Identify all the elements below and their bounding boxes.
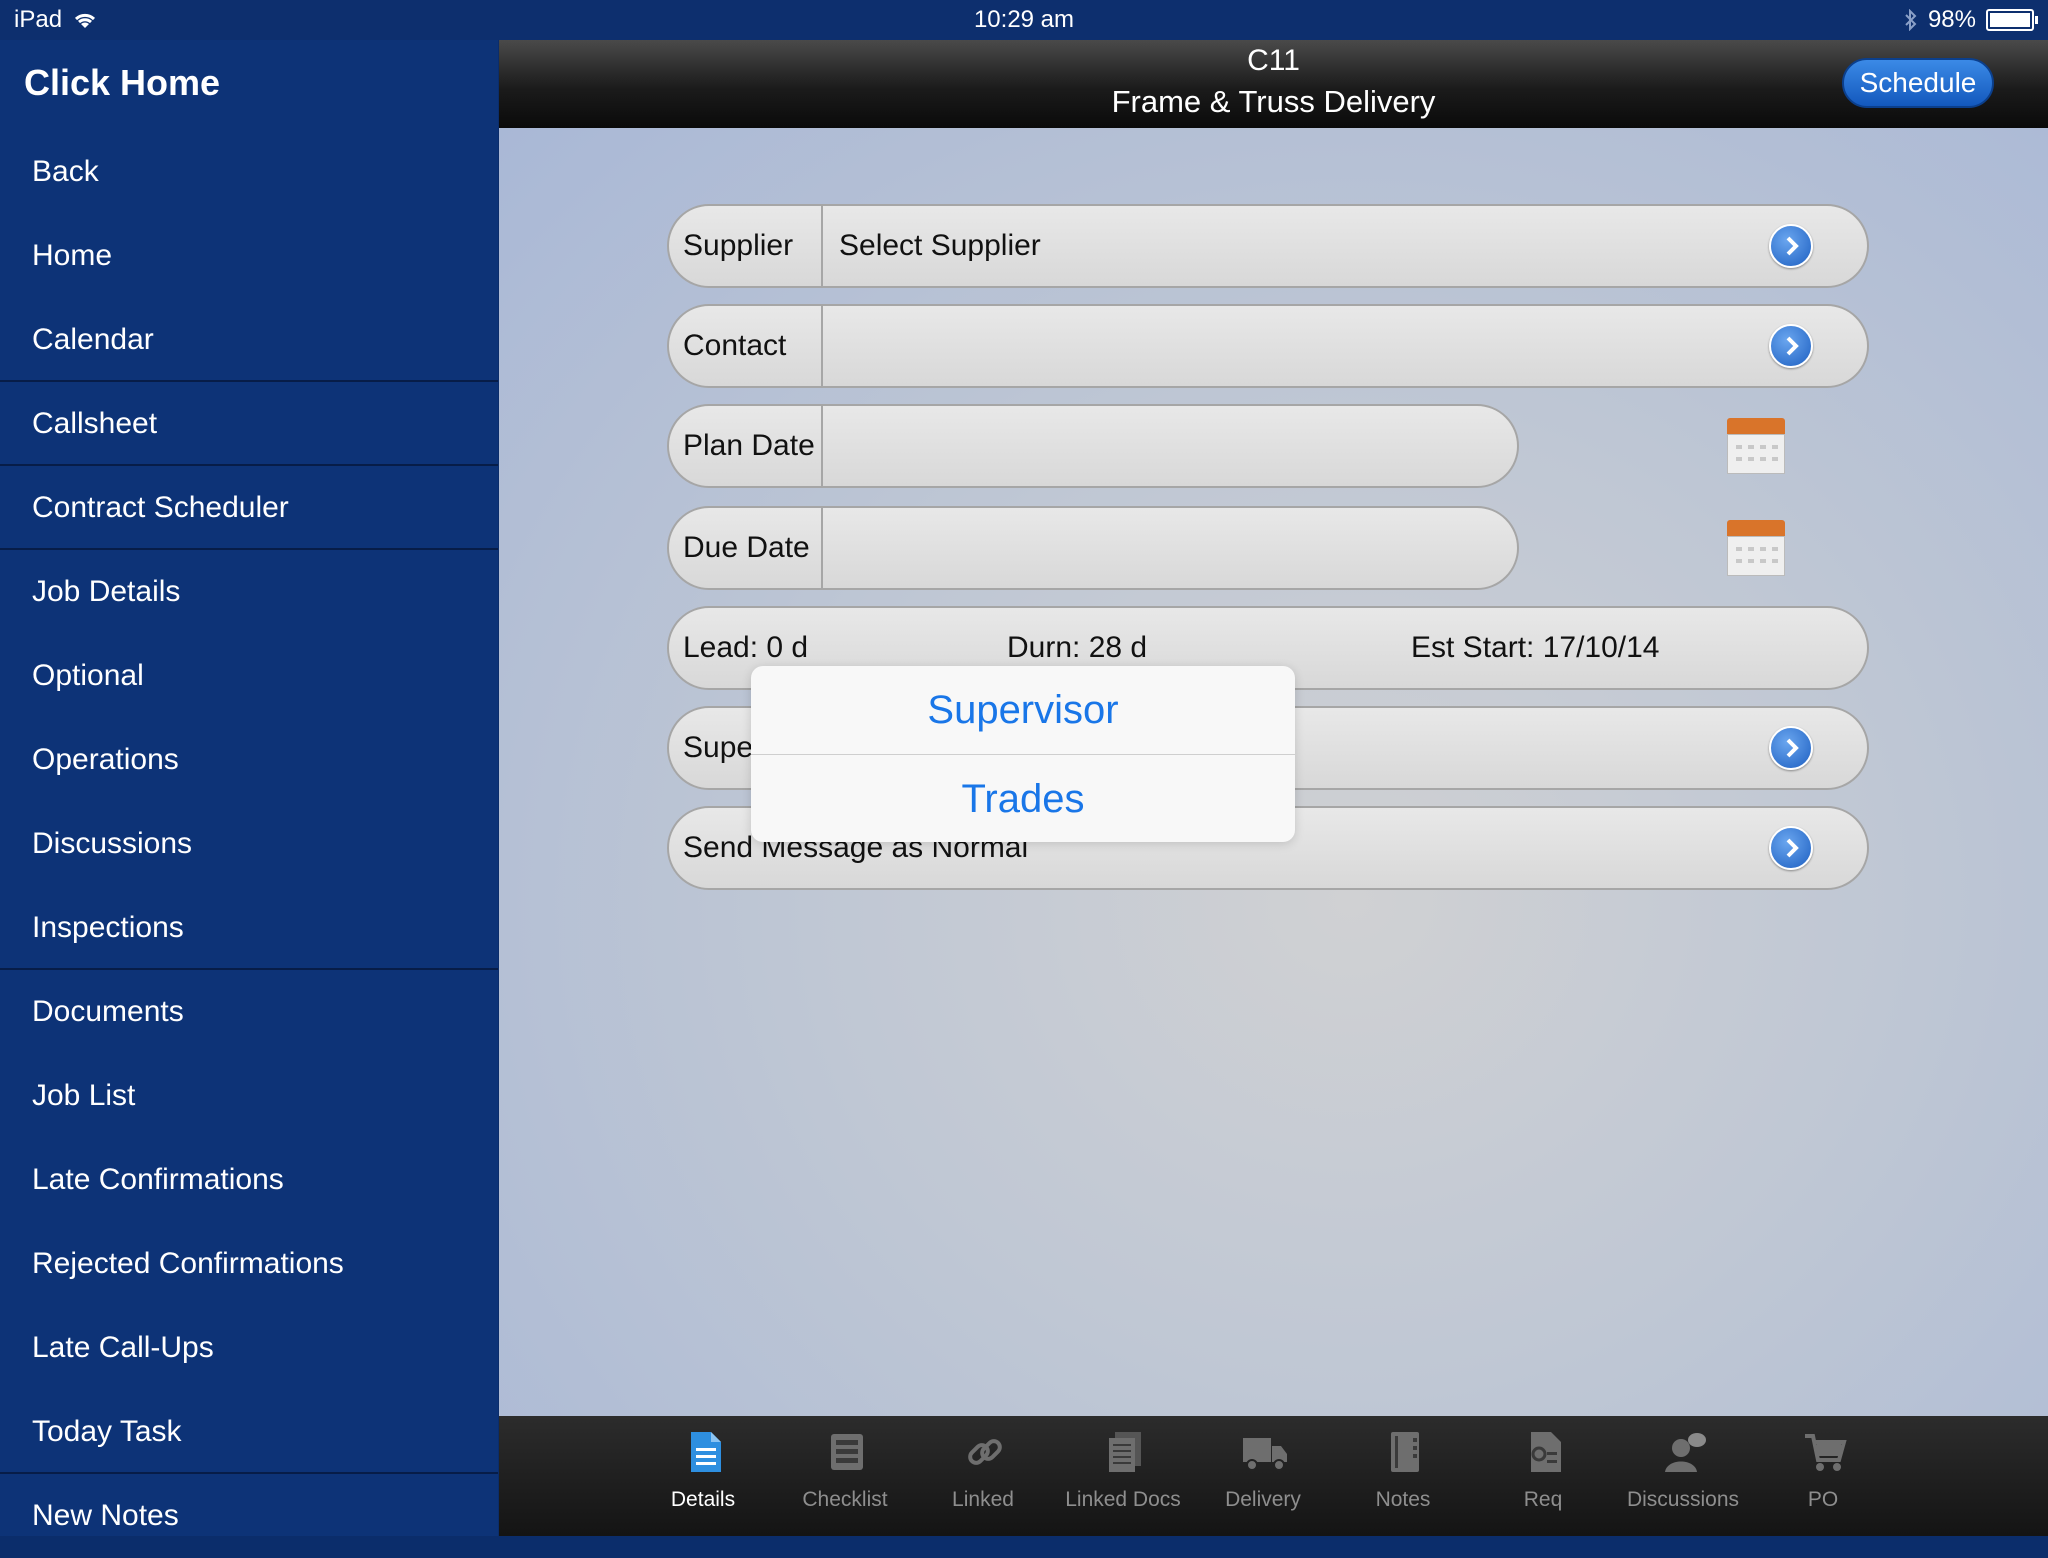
status-time: 10:29 am <box>973 6 1075 33</box>
sidebar-item-operations[interactable]: Operations <box>0 718 498 802</box>
sidebar-item-new-notes[interactable]: New Notes <box>0 1474 498 1558</box>
sidebar-item-home[interactable]: Home <box>0 214 498 298</box>
sidebar-item-late-confirmations[interactable]: Late Confirmations <box>0 1138 498 1222</box>
send-to-popover: Supervisor Trades <box>751 666 1295 842</box>
sidebar-item-optional[interactable]: Optional <box>0 634 498 718</box>
document-icon <box>691 1432 721 1472</box>
tab-label: Linked Docs <box>1065 1488 1181 1511</box>
contact-field[interactable]: Contact <box>667 304 1869 388</box>
discussion-icon <box>1665 1433 1706 1472</box>
request-icon <box>1531 1432 1561 1472</box>
truck-icon <box>1243 1438 1287 1471</box>
schedule-button[interactable]: Schedule <box>1842 58 1994 108</box>
notebook-icon <box>1391 1432 1419 1472</box>
sidebar-item-job-list[interactable]: Job List <box>0 1054 498 1138</box>
plan-date-calendar-icon[interactable] <box>1727 418 1787 476</box>
tab-linked[interactable]: Linked <box>913 1416 1053 1536</box>
tab-linked-docs[interactable]: Linked Docs <box>1053 1416 1193 1536</box>
due-date-calendar-icon[interactable] <box>1727 520 1787 578</box>
sidebar-item-back[interactable]: Back <box>0 130 498 214</box>
plan-date-label: Plan Date <box>683 429 815 462</box>
tab-label: PO <box>1807 1488 1839 1511</box>
status-bar: iPad 10:29 am 98% <box>0 0 2048 40</box>
linked-docs-icon <box>1109 1432 1141 1472</box>
tab-label: Discussions <box>1626 1488 1740 1511</box>
supplier-chevron-right-icon[interactable] <box>1769 224 1813 268</box>
sidebar-item-calendar[interactable]: Calendar <box>0 298 498 382</box>
link-icon <box>968 1439 1002 1465</box>
bluetooth-icon <box>1905 9 1917 31</box>
sidebar-item-today-task[interactable]: Today Task <box>0 1390 498 1474</box>
tab-label: Notes <box>1375 1488 1431 1511</box>
battery-icon <box>1986 9 2038 31</box>
tab-details[interactable]: Details <box>633 1416 773 1536</box>
contact-label: Contact <box>683 329 787 362</box>
sidebar-menu: Back Home Calendar Callsheet Contract Sc… <box>0 130 498 1558</box>
plan-date-field[interactable]: Plan Date <box>667 404 1519 488</box>
tab-label: Details <box>670 1488 736 1511</box>
sidebar: Click Home Back Home Calendar Callsheet … <box>0 40 498 1536</box>
sidebar-item-inspections[interactable]: Inspections <box>0 886 498 970</box>
est-start-value: Est Start: 17/10/14 <box>1411 631 1660 664</box>
sidebar-title: Click Home <box>24 62 221 103</box>
popover-option-trades[interactable]: Trades <box>751 755 1295 843</box>
checklist-icon <box>831 1434 863 1470</box>
tab-label: Req <box>1523 1488 1563 1511</box>
sidebar-item-job-details[interactable]: Job Details <box>0 550 498 634</box>
sidebar-item-discussions[interactable]: Discussions <box>0 802 498 886</box>
sidebar-item-contract-scheduler[interactable]: Contract Scheduler <box>0 466 498 550</box>
tab-label: Checklist <box>802 1488 888 1511</box>
popover-option-supervisor[interactable]: Supervisor <box>751 666 1295 755</box>
tab-checklist[interactable]: Checklist <box>775 1416 915 1536</box>
tab-label: Linked <box>952 1488 1014 1511</box>
supplier-value: Select Supplier <box>839 229 1041 262</box>
tab-discussions[interactable]: Discussions <box>1613 1416 1753 1536</box>
contact-chevron-right-icon[interactable] <box>1769 324 1813 368</box>
cart-icon <box>1805 1434 1847 1471</box>
tab-notes[interactable]: Notes <box>1333 1416 1473 1536</box>
sidebar-item-callsheet[interactable]: Callsheet <box>0 382 498 466</box>
page-title: Frame & Truss Delivery <box>1111 84 1436 119</box>
supervisor-chevron-right-icon[interactable] <box>1769 726 1813 770</box>
tab-label: Delivery <box>1225 1488 1301 1511</box>
header-bar: C11 Frame & Truss Delivery Schedule <box>499 40 2048 128</box>
tab-bar: Details Checklist Linked Linked Docs Del… <box>499 1416 2048 1536</box>
send-message-chevron-right-icon[interactable] <box>1769 826 1813 870</box>
sidebar-item-late-call-ups[interactable]: Late Call-Ups <box>0 1306 498 1390</box>
supplier-field[interactable]: Supplier Select Supplier <box>667 204 1869 288</box>
sidebar-item-documents[interactable]: Documents <box>0 970 498 1054</box>
sidebar-item-rejected-confirmations[interactable]: Rejected Confirmations <box>0 1222 498 1306</box>
due-date-label: Due Date <box>683 531 810 564</box>
battery-percent: 98% <box>1927 6 1976 33</box>
due-date-field[interactable]: Due Date <box>667 506 1519 590</box>
supplier-label: Supplier <box>683 229 794 262</box>
tab-delivery[interactable]: Delivery <box>1193 1416 1333 1536</box>
job-code: C11 <box>1247 44 1300 77</box>
tab-po[interactable]: PO <box>1753 1416 1893 1536</box>
tab-req[interactable]: Req <box>1473 1416 1613 1536</box>
